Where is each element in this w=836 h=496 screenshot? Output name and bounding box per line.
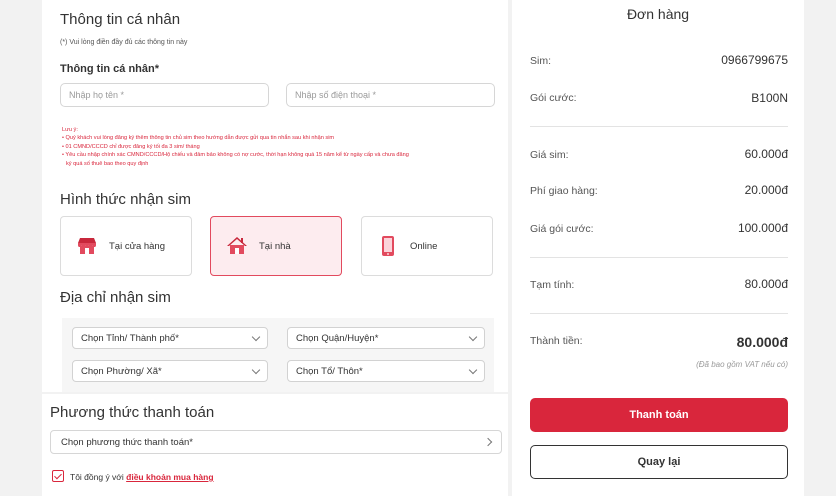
delivery-title: Hình thức nhận sim bbox=[60, 191, 191, 208]
order-title: Đơn hàng bbox=[626, 6, 690, 22]
legal-line: • Yêu cầu nhập chính xác CMND/CCCD/Hộ ch… bbox=[62, 152, 409, 159]
plan-price-label: Giá gói cước: bbox=[530, 223, 594, 235]
hamlet-select-label: Chọn Tổ/ Thôn* bbox=[296, 365, 363, 377]
shipping-value: 20.000đ bbox=[744, 183, 788, 197]
district-select[interactable]: Chọn Quận/Huyện* bbox=[287, 327, 485, 349]
shipping-label: Phí giao hàng: bbox=[530, 185, 598, 197]
province-select-label: Chọn Tỉnh/ Thành phố* bbox=[81, 332, 179, 344]
agree-checkbox[interactable] bbox=[52, 470, 64, 482]
hamlet-select[interactable]: Chọn Tổ/ Thôn* bbox=[287, 360, 485, 382]
delivery-option-label: Online bbox=[410, 240, 438, 252]
divider bbox=[530, 313, 788, 314]
required-note: (*) Vui lòng điền đầy đủ các thông tin n… bbox=[60, 39, 188, 46]
delivery-option-home[interactable]: Tại nhà bbox=[210, 216, 342, 276]
legal-line: • 01 CMND/CCCD chỉ được đăng ký tối đa 3… bbox=[62, 143, 200, 150]
store-icon bbox=[75, 234, 99, 258]
legal-note: Lưu ý: • Quý khách vui lòng đăng ký thêm… bbox=[62, 126, 502, 168]
address-title: Địa chỉ nhận sim bbox=[60, 289, 171, 306]
payment-title: Phương thức thanh toán bbox=[50, 404, 215, 421]
check-icon bbox=[54, 471, 62, 479]
delivery-option-online[interactable]: Online bbox=[361, 216, 493, 276]
delivery-option-label: Tại cửa hàng bbox=[109, 240, 166, 252]
chevron-down-icon bbox=[251, 332, 261, 341]
back-button[interactable]: Quay lại bbox=[530, 445, 788, 479]
phone-input[interactable]: Nhập số điện thoại * bbox=[286, 83, 495, 107]
order-summary-card: Đơn hàng Sim: 0966799675 Gói cước: B100N… bbox=[512, 0, 804, 496]
divider bbox=[530, 257, 788, 258]
plan-price-value: 100.000đ bbox=[737, 221, 788, 235]
subtotal-label: Tạm tính: bbox=[530, 279, 575, 291]
phone-icon bbox=[376, 234, 400, 258]
plan-label: Gói cước: bbox=[530, 92, 577, 104]
payment-card: Phương thức thanh toán Chọn phương thức … bbox=[42, 394, 508, 496]
total-label: Thành tiền: bbox=[530, 335, 583, 347]
chevron-down-icon bbox=[251, 365, 261, 374]
plan-value: B100N bbox=[751, 91, 788, 105]
chevron-down-icon bbox=[468, 332, 478, 341]
home-icon bbox=[225, 234, 249, 258]
sim-label: Sim: bbox=[530, 55, 551, 67]
name-input[interactable]: Nhập họ tên * bbox=[60, 83, 269, 107]
legal-line: • Quý khách vui lòng đăng ký thêm thông … bbox=[62, 135, 335, 142]
pay-button[interactable]: Thanh toán bbox=[530, 398, 788, 432]
sim-value: 0966799675 bbox=[721, 53, 788, 67]
delivery-option-store[interactable]: Tại cửa hàng bbox=[60, 216, 192, 276]
sim-price-label: Giá sim: bbox=[530, 149, 569, 161]
legal-line: Lưu ý: bbox=[62, 127, 78, 133]
delivery-option-label: Tại nhà bbox=[259, 240, 291, 252]
agree-prefix: Tôi đồng ý với bbox=[70, 472, 124, 482]
payment-method-label: Chọn phương thức thanh toán* bbox=[61, 436, 193, 448]
address-panel: Chọn Tỉnh/ Thành phố* Chọn Quận/Huyện* C… bbox=[62, 318, 494, 392]
province-select[interactable]: Chọn Tỉnh/ Thành phố* bbox=[72, 327, 268, 349]
agree-text: Tôi đồng ý với điều khoản mua hàng bbox=[70, 472, 214, 482]
personal-info-title: Thông tin cá nhân bbox=[60, 11, 181, 28]
sim-price-value: 60.000đ bbox=[744, 147, 788, 161]
divider bbox=[530, 126, 788, 127]
ward-select[interactable]: Chọn Phường/ Xã* bbox=[72, 360, 268, 382]
personal-info-subhead: Thông tin cá nhân* bbox=[60, 63, 159, 75]
vat-note: (Đã bao gồm VAT nếu có) bbox=[696, 360, 788, 369]
terms-link[interactable]: điều khoản mua hàng bbox=[126, 472, 213, 482]
ward-select-label: Chọn Phường/ Xã* bbox=[81, 365, 162, 377]
personal-info-card: Thông tin cá nhân (*) Vui lòng điền đầy … bbox=[42, 0, 508, 392]
chevron-right-icon bbox=[483, 437, 493, 447]
chevron-down-icon bbox=[468, 365, 478, 374]
total-value: 80.000đ bbox=[736, 334, 788, 350]
subtotal-value: 80.000đ bbox=[744, 277, 788, 291]
legal-line: ký quá số thuê bao theo quy định bbox=[66, 160, 149, 167]
district-select-label: Chọn Quận/Huyện* bbox=[296, 332, 379, 344]
payment-method-select[interactable]: Chọn phương thức thanh toán* bbox=[50, 430, 502, 454]
